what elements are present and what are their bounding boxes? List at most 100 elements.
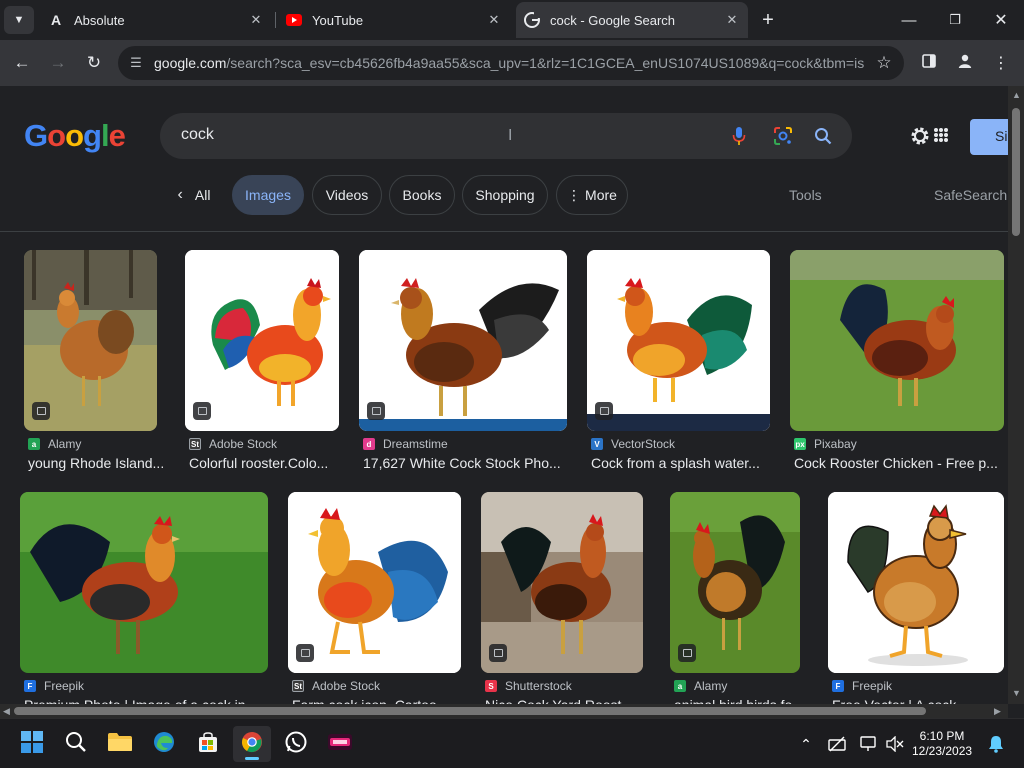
side-panel-button[interactable]: [914, 48, 944, 78]
windows-taskbar: ⌃ 6:10 PM 12/23/2023: [0, 718, 1024, 768]
site-settings-icon[interactable]: ☰: [118, 55, 154, 71]
result-thumbnail[interactable]: [481, 492, 643, 673]
safesearch-button[interactable]: SafeSearch: [934, 187, 1007, 203]
google-logo[interactable]: Google: [24, 118, 126, 154]
result-caption[interactable]: Cock Rooster Chicken - Free p...: [794, 455, 1004, 471]
result-source[interactable]: St Adobe Stock: [292, 679, 380, 693]
new-tab-button[interactable]: +: [754, 0, 782, 40]
source-name: VectorStock: [611, 437, 676, 451]
search-icon[interactable]: [811, 124, 835, 148]
result-source[interactable]: S Shutterstock: [485, 679, 572, 693]
clock-date: 12/23/2023: [912, 744, 973, 758]
scroll-down-icon[interactable]: ▼: [1012, 688, 1021, 698]
vertical-scrollbar[interactable]: ▲ ▼: [1008, 86, 1024, 704]
tab-google-search[interactable]: cock - Google Search ✕: [516, 2, 748, 38]
game-app-button[interactable]: [321, 726, 359, 762]
result-caption[interactable]: young Rhode Island...: [28, 455, 168, 471]
result-thumbnail[interactable]: [185, 250, 339, 431]
result-thumbnail[interactable]: [359, 250, 567, 431]
result-source[interactable]: St Adobe Stock: [189, 437, 277, 451]
chip-videos[interactable]: Videos: [312, 175, 382, 215]
chip-books[interactable]: Books: [389, 175, 455, 215]
close-tab-icon[interactable]: ✕: [486, 12, 502, 28]
rooster-cartoon-image: [288, 492, 461, 673]
show-hidden-icons-button[interactable]: ⌃: [796, 734, 816, 754]
browser-menu-button[interactable]: ⋮: [986, 48, 1016, 78]
vertical-scrollbar-thumb[interactable]: [1012, 108, 1020, 236]
chip-shopping[interactable]: Shopping: [462, 175, 548, 215]
close-tab-icon[interactable]: ✕: [724, 12, 740, 28]
minimize-icon: —: [901, 11, 917, 29]
result-thumbnail[interactable]: [20, 492, 268, 673]
network-status-icon[interactable]: [827, 734, 847, 754]
result-source[interactable]: F Freepik: [832, 679, 892, 693]
chrome-button[interactable]: [233, 726, 271, 762]
shutterstock-favicon-icon: S: [485, 680, 497, 692]
profile-button[interactable]: [950, 48, 980, 78]
restore-icon: ❐: [949, 12, 961, 27]
restore-button[interactable]: ❐: [932, 0, 978, 40]
url-text[interactable]: google.com/search?sca_esv=cb45626fb4a9aa…: [154, 55, 864, 71]
chevron-up-icon: ⌃: [800, 735, 812, 752]
scroll-right-icon[interactable]: ▶: [994, 706, 1001, 717]
scroll-up-icon[interactable]: ▲: [1012, 90, 1021, 100]
alamy-favicon-icon: a: [674, 680, 686, 692]
forward-button[interactable]: →: [43, 48, 73, 78]
scroll-left-icon[interactable]: ◀: [3, 706, 10, 717]
notification-bell-icon[interactable]: [986, 734, 1006, 754]
horizontal-scrollbar-thumb[interactable]: [14, 707, 926, 715]
tools-button[interactable]: Tools: [789, 187, 822, 203]
chip-all[interactable]: ‹ All: [165, 175, 223, 215]
whatsapp-button[interactable]: [277, 726, 315, 762]
search-query[interactable]: cock: [181, 126, 214, 144]
image-badge-icon: [678, 644, 696, 662]
result-thumbnail[interactable]: [587, 250, 770, 431]
result-source[interactable]: F Freepik: [24, 679, 84, 693]
url-path: /search?sca_esv=cb45626fb4a9aa55&sca_upv…: [226, 55, 864, 71]
windows-logo-icon: [21, 730, 43, 758]
gear-icon[interactable]: [909, 125, 931, 147]
result-thumbnail[interactable]: [24, 250, 157, 431]
google-g-icon: [524, 12, 540, 28]
tab-title: YouTube: [312, 12, 364, 28]
tab-youtube[interactable]: YouTube ✕: [278, 2, 510, 38]
microsoft-store-button[interactable]: [189, 726, 227, 762]
chip-images[interactable]: Images: [232, 175, 304, 215]
search-box[interactable]: cock I: [160, 113, 852, 159]
result-caption[interactable]: Cock from a splash water...: [591, 455, 769, 471]
minimize-button[interactable]: —: [886, 0, 932, 40]
display-icon[interactable]: [859, 734, 879, 754]
close-tab-icon[interactable]: ✕: [248, 12, 264, 28]
bookmark-star-icon[interactable]: ☆: [864, 53, 904, 73]
result-caption[interactable]: 17,627 White Cock Stock Pho...: [363, 455, 575, 471]
volume-muted-icon[interactable]: [885, 734, 905, 754]
google-apps-icon[interactable]: [934, 128, 948, 142]
file-explorer-button[interactable]: [101, 726, 139, 762]
taskbar-search-button[interactable]: [57, 726, 95, 762]
tab-absolute[interactable]: A Absolute ✕: [40, 2, 272, 38]
result-caption[interactable]: Colorful rooster.Colo...: [189, 455, 335, 471]
taskbar-clock[interactable]: 6:10 PM 12/23/2023: [912, 729, 972, 759]
result-source[interactable]: px Pixabay: [794, 437, 857, 451]
start-button[interactable]: [13, 726, 51, 762]
result-source[interactable]: a Alamy: [674, 679, 727, 693]
result-thumbnail[interactable]: [828, 492, 1004, 673]
browser-tab-strip: ▼ A Absolute ✕ YouTube ✕ cock - Google S…: [0, 0, 1024, 40]
edge-browser-button[interactable]: [145, 726, 183, 762]
chip-more[interactable]: ⋮ More: [556, 175, 628, 215]
address-bar[interactable]: ☰ google.com/search?sca_esv=cb45626fb4a9…: [118, 46, 904, 80]
result-source[interactable]: d Dreamstime: [363, 437, 448, 451]
result-thumbnail[interactable]: [790, 250, 1004, 431]
result-thumbnail[interactable]: [670, 492, 800, 673]
google-lens-icon[interactable]: [771, 124, 795, 148]
tab-search-button[interactable]: ▼: [4, 6, 34, 34]
back-button[interactable]: ←: [7, 48, 37, 78]
plus-icon: +: [762, 8, 774, 31]
close-window-button[interactable]: ✕: [978, 0, 1024, 40]
result-source[interactable]: a Alamy: [28, 437, 81, 451]
reload-button[interactable]: ↻: [79, 48, 109, 78]
result-thumbnail[interactable]: [288, 492, 461, 673]
microphone-icon[interactable]: [727, 124, 751, 148]
horizontal-scrollbar[interactable]: ◀ ▶: [0, 704, 1008, 718]
result-source[interactable]: V VectorStock: [591, 437, 675, 451]
